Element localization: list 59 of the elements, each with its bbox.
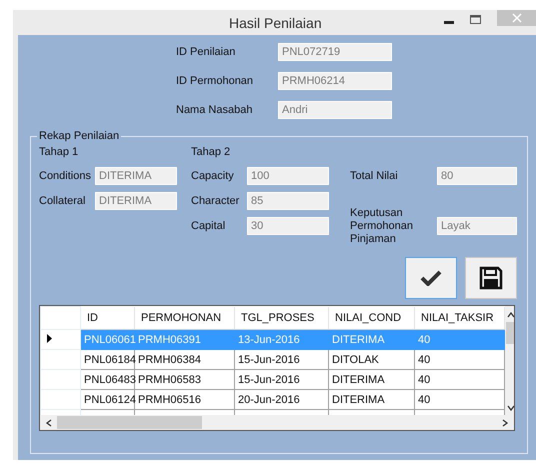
text-field[interactable]: 30 bbox=[247, 217, 329, 235]
horizontal-scrollbar[interactable] bbox=[40, 415, 514, 430]
table-cell: DITOLAK bbox=[328, 350, 414, 370]
field-label: ID Permohonan bbox=[176, 75, 254, 88]
field-label: Conditions bbox=[39, 170, 92, 182]
vertical-scrollbar[interactable] bbox=[505, 306, 514, 415]
field-label: Capacity bbox=[191, 170, 235, 182]
text-field[interactable]: PRMH06214 bbox=[278, 72, 392, 90]
chevron-left-icon[interactable] bbox=[46, 418, 52, 426]
text-field[interactable]: DITERIMA bbox=[95, 192, 177, 210]
current-row-icon bbox=[47, 334, 52, 342]
field-label: Nama Nasabah bbox=[176, 104, 254, 117]
text-field[interactable]: 85 bbox=[247, 192, 329, 210]
text-field[interactable]: 100 bbox=[247, 167, 329, 185]
field-label: Collateral bbox=[39, 194, 86, 208]
close-icon bbox=[512, 13, 522, 23]
checkmark-icon bbox=[420, 270, 442, 286]
text-field[interactable]: DITERIMA bbox=[95, 167, 177, 185]
table-cell: PNL06124 bbox=[80, 390, 134, 410]
scroll-thumb[interactable] bbox=[506, 322, 514, 344]
table-cell: PRMH06384 bbox=[134, 350, 234, 370]
minimize-icon[interactable] bbox=[444, 20, 454, 24]
table-cell: 15-Jun-2016 bbox=[234, 350, 328, 370]
maximize-icon[interactable] bbox=[470, 15, 481, 24]
table-cell: DITERIMA bbox=[328, 370, 414, 390]
table-cell: DITERIMA bbox=[328, 330, 414, 350]
table-cell: 40 bbox=[414, 390, 504, 410]
confirm-button[interactable] bbox=[405, 257, 457, 299]
save-button[interactable] bbox=[465, 257, 517, 299]
table-cell: PRMH06391 bbox=[134, 330, 234, 350]
table-cell: PNL06061 bbox=[80, 330, 134, 350]
text-field[interactable]: 80 bbox=[437, 167, 517, 185]
table-cell: 40 bbox=[414, 370, 504, 390]
table-cell: 15-Jun-2016 bbox=[234, 370, 328, 390]
table-cell: 20-Jun-2016 bbox=[234, 390, 328, 410]
section-title: Tahap 1 bbox=[39, 146, 80, 158]
chevron-down-icon[interactable] bbox=[507, 405, 514, 411]
scroll-thumb[interactable] bbox=[57, 416, 202, 429]
table-cell: 13-Jun-2016 bbox=[234, 330, 328, 350]
field-label: ID Penilaian bbox=[176, 46, 236, 59]
table-cell: PNL06184 bbox=[80, 350, 134, 370]
section-title: Tahap 2 bbox=[191, 146, 232, 158]
chevron-right-icon[interactable] bbox=[502, 418, 508, 426]
chevron-up-icon[interactable] bbox=[507, 312, 514, 318]
field-label: Total Nilai bbox=[350, 170, 399, 182]
field-label: Capital bbox=[191, 220, 226, 232]
window-title: Hasil Penilaian bbox=[229, 14, 322, 30]
text-field[interactable]: Andri bbox=[278, 101, 392, 119]
field-label: Character bbox=[191, 194, 240, 208]
text-field[interactable]: Layak bbox=[437, 217, 517, 235]
table-cell: PRMH06516 bbox=[134, 390, 234, 410]
table-cell: 40 bbox=[414, 330, 504, 350]
text-field[interactable]: PNL072719 bbox=[278, 43, 392, 61]
table-cell: DITERIMA bbox=[328, 390, 414, 410]
field-label: Keputusan Permohonan Pinjaman bbox=[350, 206, 414, 246]
table-cell: PNL06483 bbox=[80, 370, 134, 390]
table-cell: 40 bbox=[414, 350, 504, 370]
group-title: Rekap Penilaian bbox=[38, 130, 120, 142]
table-cell: PRMH06583 bbox=[134, 370, 234, 390]
